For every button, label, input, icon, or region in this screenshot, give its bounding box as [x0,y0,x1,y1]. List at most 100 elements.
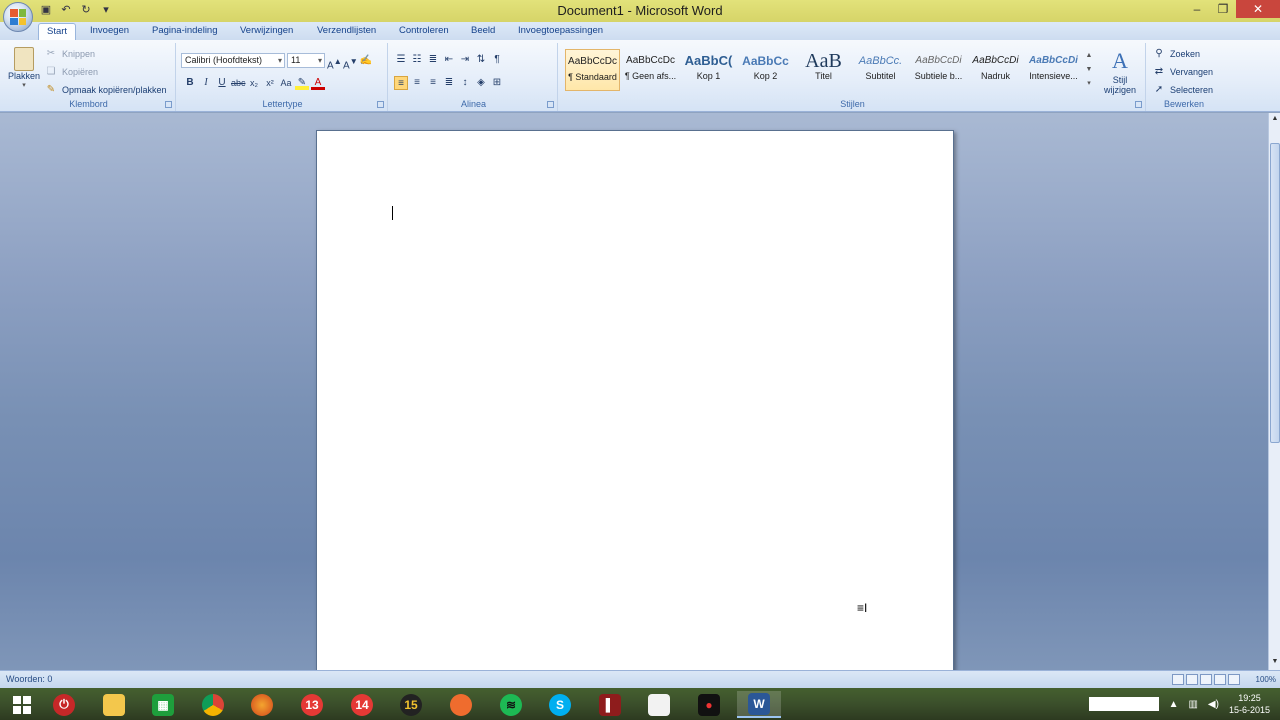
clock-time: 19:25 [1238,693,1261,703]
styles-scroll[interactable]: ▲ ▼ ▾ [1084,49,1094,93]
style-kop-1[interactable]: AaBbC( Kop 1 [681,49,736,91]
fullscreen-reading-icon[interactable] [1186,674,1198,685]
shrink-font-icon[interactable]: A▼ [343,54,358,71]
shading-icon[interactable]: ◈ [474,76,488,90]
font-name-select[interactable]: Calibri (Hoofdtekst) [181,53,285,68]
style-subtiele-benadrukking[interactable]: AaBbCcDi Subtiele b... [911,49,966,91]
outline-icon[interactable] [1214,674,1226,685]
office-button[interactable] [3,2,33,32]
subscript-icon[interactable]: x₂ [247,76,261,90]
tab-controleren[interactable]: Controleren [391,22,457,40]
change-case-icon[interactable]: Aa [279,76,293,90]
tab-beeld[interactable]: Beeld [463,22,503,40]
web-layout-icon[interactable] [1200,674,1212,685]
style-geen-afstand[interactable]: AaBbCcDc ¶ Geen afs... [623,49,678,91]
taskbar-word[interactable]: W [737,691,781,718]
sort-icon[interactable]: ⇅ [474,53,488,67]
grow-font-icon[interactable]: A▲ [327,54,342,71]
tab-invoegtoepassingen[interactable]: Invoegtoepassingen [510,22,611,40]
store-icon: ▦ [152,693,174,716]
tab-verwijzingen[interactable]: Verwijzingen [232,22,301,40]
taskbar-explorer[interactable] [92,691,136,718]
tab-invoegen[interactable]: Invoegen [82,22,137,40]
taskbar-app-black[interactable]: ● [687,691,731,718]
superscript-icon[interactable]: x² [263,76,277,90]
tab-start[interactable]: Start [38,23,77,41]
taskbar-firefox[interactable] [240,691,284,718]
borders-icon[interactable]: ⊞ [490,76,504,90]
taskbar-app-15[interactable]: 15 [389,691,433,718]
align-center-icon[interactable]: ≡ [410,76,424,90]
tab-verzendlijsten[interactable]: Verzendlijsten [309,22,384,40]
strikethrough-icon[interactable]: abc [231,76,246,90]
network-icon[interactable]: ▥ [1188,699,1197,710]
scroll-down-icon[interactable]: ▼ [1269,658,1280,668]
clock[interactable]: 19:25 15-6-2015 [1229,692,1270,716]
bullets-icon[interactable]: ☰ [394,53,408,67]
taskbar-chrome[interactable] [191,691,235,718]
clipboard-launcher-icon[interactable] [165,101,172,108]
paragraph-launcher-icon[interactable] [547,101,554,108]
restore-button[interactable]: ❐ [1210,0,1236,18]
styles-launcher-icon[interactable] [1135,101,1142,108]
italic-icon[interactable]: I [199,76,213,90]
style-titel[interactable]: AaB Titel [796,49,851,91]
close-button[interactable]: ✕ [1236,0,1280,18]
taskbar-app-white[interactable] [637,691,681,718]
highlight-icon[interactable]: ✎ [295,76,309,90]
style-standaard[interactable]: AaBbCcDc ¶ Standaard [565,49,620,91]
volume-icon[interactable]: ◀) [1208,699,1219,710]
clipboard-icon [14,47,34,71]
decrease-indent-icon[interactable]: ⇤ [442,53,456,67]
tray-arrow-icon[interactable]: ▲ [1169,699,1179,710]
taskbar-app-book[interactable]: ▌ [588,691,632,718]
taskbar-app-13[interactable]: 13 [290,691,334,718]
font-color-icon[interactable]: A [311,76,325,90]
bold-icon[interactable]: B [183,76,197,90]
style-nadruk[interactable]: AaBbCcDi Nadruk [968,49,1023,91]
cut-button[interactable]: ✂ Knippen [44,46,97,62]
taskbar-spotify[interactable]: ≋ [489,691,533,718]
start-button[interactable] [0,691,44,718]
change-styles-button[interactable]: A Stijl wijzigen [1098,47,1142,99]
numbering-icon[interactable]: ☷ [410,53,424,67]
select-button[interactable]: ➚ Selecteren [1152,82,1215,98]
style-intensieve-nadruk[interactable]: AaBbCcDi Intensieve... [1026,49,1081,91]
document-page[interactable]: ≡I [316,130,954,675]
style-kop-2[interactable]: AaBbCc Kop 2 [738,49,793,91]
show-formatting-icon[interactable]: ¶ [490,53,504,67]
font-size-select[interactable]: 11 [287,53,325,68]
find-button[interactable]: ⚲ Zoeken [1152,46,1202,62]
taskbar-skype[interactable]: S [538,691,582,718]
multilevel-list-icon[interactable]: ≣ [426,53,440,67]
vertical-scrollbar[interactable]: ▲ ▼ [1268,113,1280,670]
underline-icon[interactable]: U [215,76,229,90]
zoom-level[interactable]: 100% [1256,675,1276,684]
scroll-up-icon[interactable]: ▲ [1269,115,1280,125]
taskbar-power[interactable]: ⏻ [42,691,86,718]
taskbar-store[interactable]: ▦ [141,691,185,718]
scroll-thumb[interactable] [1270,143,1280,443]
word-count[interactable]: Woorden: 0 [6,674,52,684]
draft-icon[interactable] [1228,674,1240,685]
format-painter-button[interactable]: ✎ Opmaak kopiëren/plakken [44,82,169,98]
chevron-down-icon: ▾ [22,82,26,89]
style-subtitel[interactable]: AaBbCc. Subtitel [853,49,908,91]
print-layout-icon[interactable] [1172,674,1184,685]
taskbar-app-14[interactable]: 14 [340,691,384,718]
replace-button[interactable]: ⇄ Vervangen [1152,64,1215,80]
replace-label: Vervangen [1170,67,1214,77]
copy-button[interactable]: ❏ Kopiëren [44,64,100,80]
font-launcher-icon[interactable] [377,101,384,108]
taskbar-app-orange[interactable] [439,691,483,718]
binoculars-icon: ⚲ [1155,48,1163,59]
align-left-icon[interactable]: ≡ [394,76,408,90]
minimize-button[interactable]: – [1184,0,1210,18]
align-right-icon[interactable]: ≡ [426,76,440,90]
justify-icon[interactable]: ≣ [442,76,456,90]
clear-format-icon[interactable]: ✍ [359,54,373,68]
paste-button[interactable]: Plakken ▾ [6,47,42,97]
line-spacing-icon[interactable]: ↕ [458,76,472,90]
increase-indent-icon[interactable]: ⇥ [458,53,472,67]
tab-pagina-indeling[interactable]: Pagina-indeling [144,22,226,40]
